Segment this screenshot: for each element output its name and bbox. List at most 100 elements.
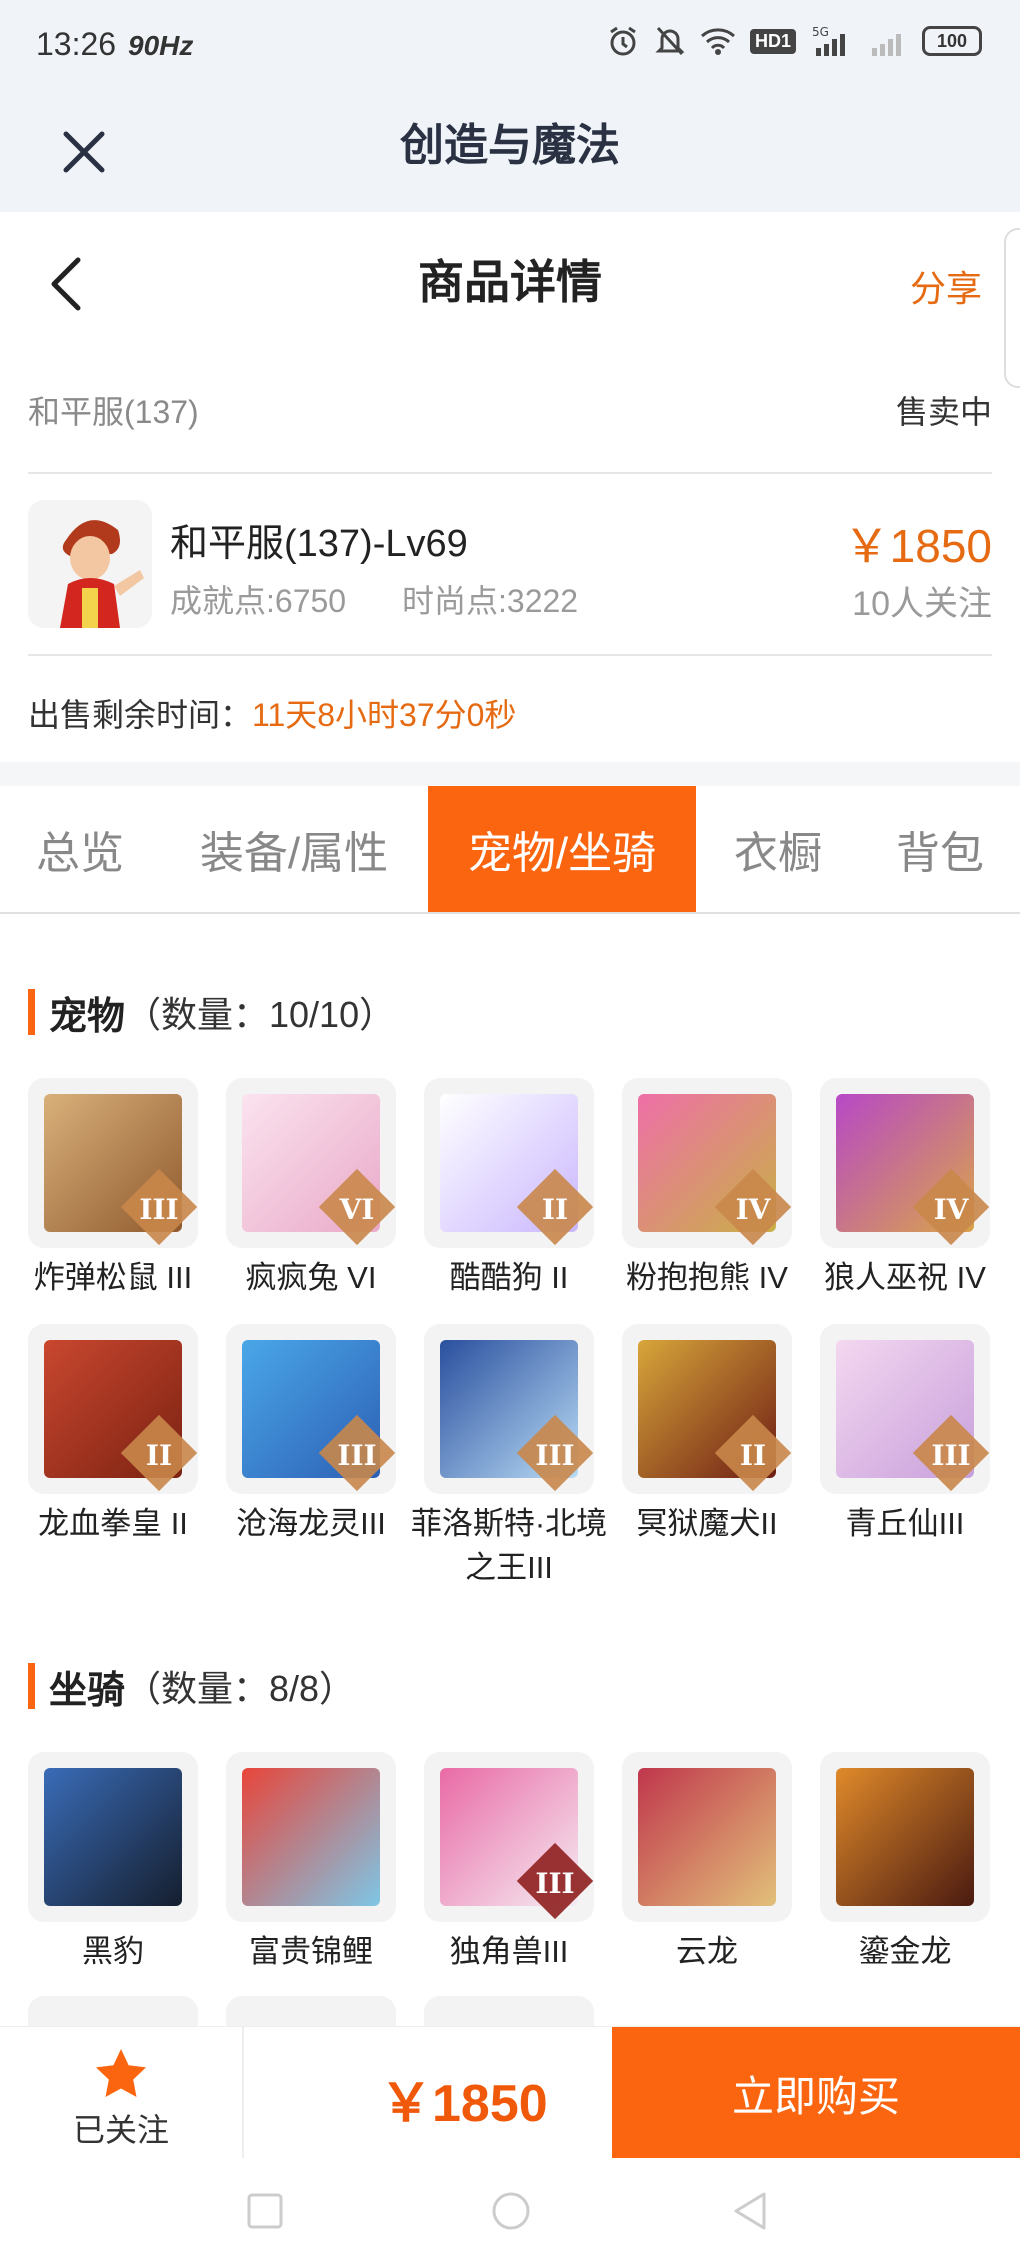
follower-count: 10人关注: [852, 585, 992, 623]
character-avatar: [28, 500, 152, 628]
mount-thumbnail: [820, 1752, 990, 1922]
close-icon[interactable]: [54, 122, 114, 182]
pets-count: （数量：10/10）: [125, 994, 396, 1035]
nav-bar: 商品详情 分享: [0, 212, 1020, 352]
bell-off-icon: [655, 26, 685, 56]
detail-tabs: 总览 装备/属性 宠物/坐骑 衣橱 背包: [0, 786, 1020, 914]
section-gap: [0, 762, 1020, 786]
mount-name: 独角兽III: [449, 1934, 569, 1969]
section-accent: [28, 1663, 35, 1709]
share-button[interactable]: 分享: [910, 260, 982, 312]
back-nav-icon[interactable]: [730, 2190, 770, 2232]
section-accent: [28, 989, 35, 1035]
pet-card[interactable]: III 沧海龙灵III: [226, 1324, 396, 1546]
mount-card[interactable]: 富贵锦鲤: [226, 1752, 396, 1974]
pet-name: 粉抱抱熊 IV: [626, 1260, 788, 1295]
pet-card[interactable]: VI 疯疯兔 VI: [226, 1078, 396, 1300]
mount-thumbnail: [622, 1752, 792, 1922]
follow-button[interactable]: 已关注: [0, 2027, 242, 2159]
pet-card[interactable]: III 炸弹松鼠 III: [28, 1078, 198, 1300]
star-icon: [96, 2049, 146, 2097]
mount-card[interactable]: 黑豹: [28, 1752, 198, 1974]
mount-name: 鎏金龙: [858, 1934, 952, 1969]
pet-name: 疯疯兔 VI: [245, 1260, 377, 1295]
app-title: 创造与魔法: [400, 121, 620, 170]
pet-thumbnail: II: [622, 1324, 792, 1494]
tab-equipment[interactable]: 装备/属性: [160, 786, 428, 912]
server-name: 和平服(137): [28, 394, 199, 430]
divider: [242, 2027, 244, 2159]
mounts-title: 坐骑: [49, 1669, 126, 1712]
recent-apps-icon[interactable]: [246, 2192, 284, 2230]
pet-thumbnail: II: [424, 1078, 594, 1248]
pet-name: 酷酷狗 II: [449, 1260, 569, 1295]
bottom-action-bar: 已关注 ￥1850 立即购买: [0, 2026, 1020, 2159]
signal-icon: [872, 34, 901, 56]
pet-name: 青丘仙III: [845, 1506, 965, 1541]
pet-thumbnail: IV: [820, 1078, 990, 1248]
status-bar: 13:26 90Hz HD1 5G 100: [0, 0, 1020, 92]
pet-card[interactable]: II 龙血拳皇 II: [28, 1324, 198, 1546]
mount-card[interactable]: 鎏金龙: [820, 1752, 990, 1974]
svg-text:5G: 5G: [812, 25, 829, 39]
pet-thumbnail: III: [820, 1324, 990, 1494]
pet-name: 炸弹松鼠 III: [33, 1260, 193, 1295]
mounts-count: （数量：8/8）: [125, 1668, 356, 1709]
hd-badge: HD1: [749, 28, 796, 54]
product-price: ￥1850: [843, 520, 992, 572]
pet-name: 沧海龙灵III: [236, 1506, 386, 1541]
product-title: 和平服(137)-Lv69: [170, 523, 468, 565]
divider: [28, 654, 992, 656]
home-icon[interactable]: [490, 2190, 532, 2232]
buy-now-button[interactable]: 立即购买: [612, 2027, 1020, 2159]
status-icons: HD1 5G 100: [606, 24, 982, 58]
mount-thumbnail: III: [424, 1752, 594, 1922]
pet-card[interactable]: II 酷酷狗 II: [424, 1078, 594, 1300]
mount-name: 黑豹: [82, 1934, 144, 1969]
system-nav-bar: [0, 2158, 1020, 2267]
pet-name: 龙血拳皇 II: [38, 1506, 188, 1541]
fashion-points: 时尚点:3222: [402, 583, 579, 619]
pet-name: 狼人巫祝 IV: [824, 1260, 986, 1295]
pet-card[interactable]: IV 粉抱抱熊 IV: [622, 1078, 792, 1300]
wifi-icon: [700, 28, 735, 55]
sale-time-row: 出售剩余时间：11天8小时37分0秒: [28, 690, 516, 740]
pet-card[interactable]: II 冥狱魔犬II: [622, 1324, 792, 1546]
status-time: 13:26: [36, 26, 117, 62]
battery-icon: 100: [922, 26, 982, 56]
mount-thumbnail: [226, 1752, 396, 1922]
product-summary: 和平服(137)-Lv69 成就点:6750 时尚点:3222 ￥1850 10…: [28, 500, 992, 630]
pet-thumbnail: III: [28, 1078, 198, 1248]
mount-name: 富贵锦鲤: [249, 1934, 373, 1969]
side-handle[interactable]: [1004, 228, 1020, 388]
divider: [28, 472, 992, 474]
mounts-section-header: 坐骑 （数量：8/8）: [28, 1662, 356, 1712]
pet-card[interactable]: III 菲洛斯特·北境之王III: [411, 1324, 607, 1590]
mount-card[interactable]: III 独角兽III: [424, 1752, 594, 1974]
bottom-price: ￥1850: [380, 2075, 548, 2133]
pet-card[interactable]: IV 狼人巫祝 IV: [820, 1078, 990, 1300]
back-icon[interactable]: [40, 252, 96, 316]
tab-backpack[interactable]: 背包: [860, 786, 1020, 912]
tab-pets-mounts[interactable]: 宠物/坐骑: [428, 786, 696, 912]
pet-thumbnail: II: [28, 1324, 198, 1494]
follow-label: 已关注: [72, 2112, 169, 2148]
pets-section-header: 宠物 （数量：10/10）: [28, 988, 396, 1038]
mount-card[interactable]: 云龙: [622, 1752, 792, 1974]
pet-name: 菲洛斯特·北境之王III: [410, 1506, 608, 1585]
achievement-points: 成就点:6750: [170, 583, 347, 619]
pet-thumbnail: VI: [226, 1078, 396, 1248]
mount-thumbnail: [28, 1752, 198, 1922]
pet-thumbnail: III: [226, 1324, 396, 1494]
tab-overview[interactable]: 总览: [0, 786, 160, 912]
pet-thumbnail: III: [424, 1324, 594, 1494]
sale-time-label: 出售剩余时间：: [28, 697, 253, 733]
pet-card[interactable]: III 青丘仙III: [820, 1324, 990, 1546]
sale-status: 售卖中: [895, 394, 992, 430]
mount-name: 云龙: [676, 1934, 738, 1969]
tab-wardrobe[interactable]: 衣橱: [696, 786, 860, 912]
page-title: 商品详情: [418, 256, 602, 308]
sale-time-value: 11天8小时37分0秒: [252, 697, 517, 733]
pet-thumbnail: IV: [622, 1078, 792, 1248]
app-header: 创造与魔法: [0, 92, 1020, 212]
